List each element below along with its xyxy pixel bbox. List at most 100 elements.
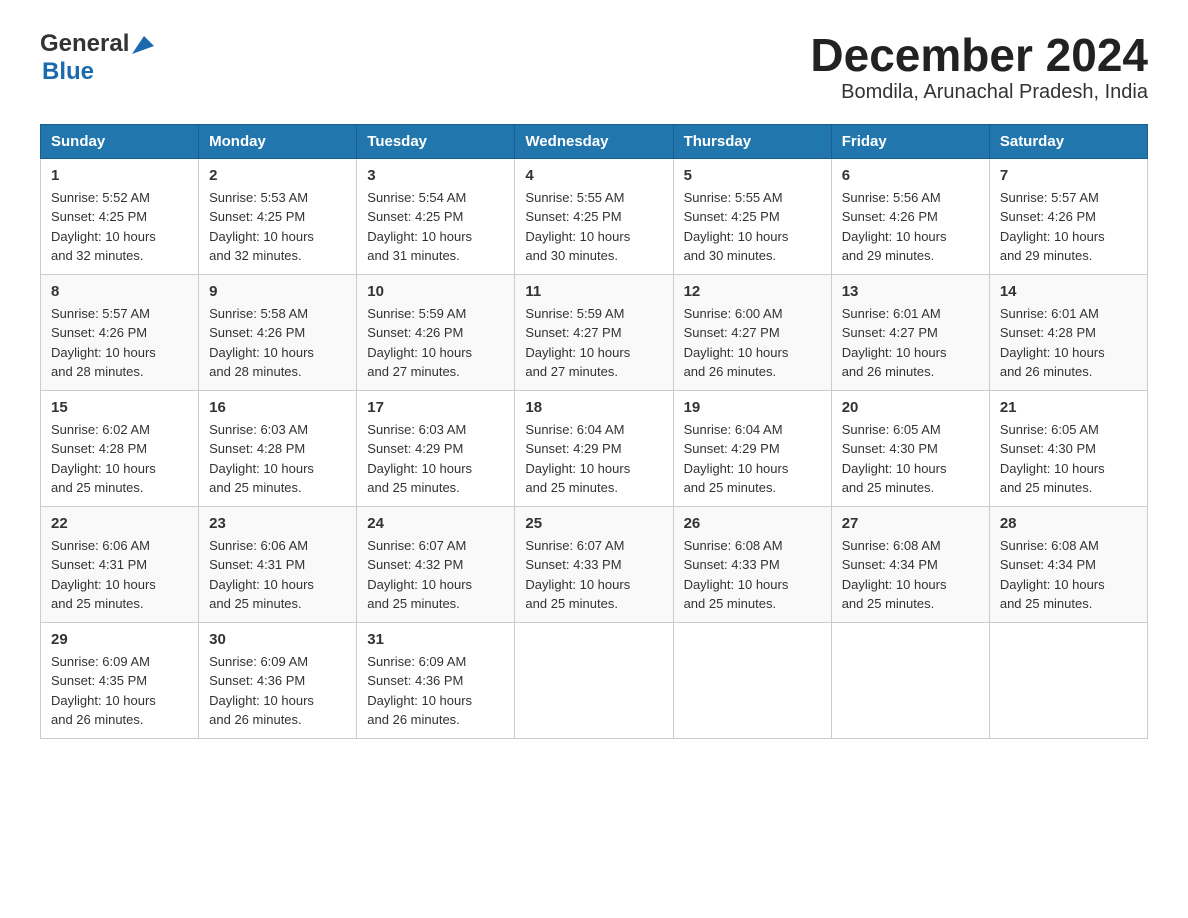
- logo-flag-icon: [132, 36, 154, 54]
- calendar-day-header: Thursday: [673, 124, 831, 158]
- day-number: 18: [525, 399, 662, 416]
- day-number: 21: [1000, 399, 1137, 416]
- day-number: 20: [842, 399, 979, 416]
- day-number: 9: [209, 283, 346, 300]
- calendar-day-header: Saturday: [989, 124, 1147, 158]
- calendar-day-cell: 5 Sunrise: 5:55 AM Sunset: 4:25 PM Dayli…: [673, 158, 831, 274]
- day-number: 4: [525, 167, 662, 184]
- day-info: Sunrise: 6:05 AM Sunset: 4:30 PM Dayligh…: [842, 422, 947, 496]
- calendar-day-cell: 4 Sunrise: 5:55 AM Sunset: 4:25 PM Dayli…: [515, 158, 673, 274]
- day-number: 6: [842, 167, 979, 184]
- day-info: Sunrise: 6:07 AM Sunset: 4:32 PM Dayligh…: [367, 538, 472, 612]
- day-number: 27: [842, 515, 979, 532]
- calendar-day-cell: [989, 622, 1147, 738]
- calendar-day-cell: [515, 622, 673, 738]
- day-number: 19: [684, 399, 821, 416]
- calendar-day-cell: 1 Sunrise: 5:52 AM Sunset: 4:25 PM Dayli…: [41, 158, 199, 274]
- calendar-day-cell: 18 Sunrise: 6:04 AM Sunset: 4:29 PM Dayl…: [515, 390, 673, 506]
- day-info: Sunrise: 6:09 AM Sunset: 4:36 PM Dayligh…: [209, 654, 314, 728]
- day-number: 12: [684, 283, 821, 300]
- calendar-day-cell: 24 Sunrise: 6:07 AM Sunset: 4:32 PM Dayl…: [357, 506, 515, 622]
- calendar-day-cell: 26 Sunrise: 6:08 AM Sunset: 4:33 PM Dayl…: [673, 506, 831, 622]
- calendar-week-row: 1 Sunrise: 5:52 AM Sunset: 4:25 PM Dayli…: [41, 158, 1148, 274]
- calendar-day-cell: 8 Sunrise: 5:57 AM Sunset: 4:26 PM Dayli…: [41, 274, 199, 390]
- day-info: Sunrise: 6:02 AM Sunset: 4:28 PM Dayligh…: [51, 422, 156, 496]
- day-info: Sunrise: 5:58 AM Sunset: 4:26 PM Dayligh…: [209, 306, 314, 380]
- day-info: Sunrise: 6:01 AM Sunset: 4:28 PM Dayligh…: [1000, 306, 1105, 380]
- day-info: Sunrise: 5:57 AM Sunset: 4:26 PM Dayligh…: [51, 306, 156, 380]
- calendar-day-cell: 3 Sunrise: 5:54 AM Sunset: 4:25 PM Dayli…: [357, 158, 515, 274]
- day-number: 28: [1000, 515, 1137, 532]
- logo: General Blue: [40, 30, 154, 86]
- day-info: Sunrise: 6:07 AM Sunset: 4:33 PM Dayligh…: [525, 538, 630, 612]
- calendar-day-header: Tuesday: [357, 124, 515, 158]
- day-info: Sunrise: 6:08 AM Sunset: 4:34 PM Dayligh…: [842, 538, 947, 612]
- day-number: 5: [684, 167, 821, 184]
- day-number: 31: [367, 631, 504, 648]
- logo-general-text: General: [40, 30, 129, 58]
- day-info: Sunrise: 6:06 AM Sunset: 4:31 PM Dayligh…: [51, 538, 156, 612]
- day-number: 23: [209, 515, 346, 532]
- calendar-day-cell: 22 Sunrise: 6:06 AM Sunset: 4:31 PM Dayl…: [41, 506, 199, 622]
- calendar-day-cell: 21 Sunrise: 6:05 AM Sunset: 4:30 PM Dayl…: [989, 390, 1147, 506]
- calendar-day-cell: 20 Sunrise: 6:05 AM Sunset: 4:30 PM Dayl…: [831, 390, 989, 506]
- calendar-day-cell: 12 Sunrise: 6:00 AM Sunset: 4:27 PM Dayl…: [673, 274, 831, 390]
- calendar-week-row: 22 Sunrise: 6:06 AM Sunset: 4:31 PM Dayl…: [41, 506, 1148, 622]
- day-info: Sunrise: 6:03 AM Sunset: 4:28 PM Dayligh…: [209, 422, 314, 496]
- calendar-day-cell: 31 Sunrise: 6:09 AM Sunset: 4:36 PM Dayl…: [357, 622, 515, 738]
- day-info: Sunrise: 6:03 AM Sunset: 4:29 PM Dayligh…: [367, 422, 472, 496]
- calendar-day-header: Wednesday: [515, 124, 673, 158]
- calendar-day-cell: 30 Sunrise: 6:09 AM Sunset: 4:36 PM Dayl…: [199, 622, 357, 738]
- calendar-day-cell: [831, 622, 989, 738]
- day-info: Sunrise: 6:00 AM Sunset: 4:27 PM Dayligh…: [684, 306, 789, 380]
- day-info: Sunrise: 6:08 AM Sunset: 4:34 PM Dayligh…: [1000, 538, 1105, 612]
- calendar-day-cell: 10 Sunrise: 5:59 AM Sunset: 4:26 PM Dayl…: [357, 274, 515, 390]
- day-number: 2: [209, 167, 346, 184]
- day-number: 11: [525, 283, 662, 300]
- day-number: 26: [684, 515, 821, 532]
- page-title: December 2024: [810, 30, 1148, 81]
- calendar-day-cell: 13 Sunrise: 6:01 AM Sunset: 4:27 PM Dayl…: [831, 274, 989, 390]
- calendar-day-cell: 7 Sunrise: 5:57 AM Sunset: 4:26 PM Dayli…: [989, 158, 1147, 274]
- day-info: Sunrise: 5:59 AM Sunset: 4:27 PM Dayligh…: [525, 306, 630, 380]
- day-info: Sunrise: 6:09 AM Sunset: 4:35 PM Dayligh…: [51, 654, 156, 728]
- day-info: Sunrise: 5:59 AM Sunset: 4:26 PM Dayligh…: [367, 306, 472, 380]
- day-info: Sunrise: 5:56 AM Sunset: 4:26 PM Dayligh…: [842, 190, 947, 264]
- day-number: 3: [367, 167, 504, 184]
- calendar-day-header: Friday: [831, 124, 989, 158]
- day-info: Sunrise: 5:57 AM Sunset: 4:26 PM Dayligh…: [1000, 190, 1105, 264]
- day-info: Sunrise: 6:04 AM Sunset: 4:29 PM Dayligh…: [525, 422, 630, 496]
- day-number: 16: [209, 399, 346, 416]
- day-number: 14: [1000, 283, 1137, 300]
- day-number: 8: [51, 283, 188, 300]
- calendar-day-cell: 17 Sunrise: 6:03 AM Sunset: 4:29 PM Dayl…: [357, 390, 515, 506]
- calendar-day-cell: 6 Sunrise: 5:56 AM Sunset: 4:26 PM Dayli…: [831, 158, 989, 274]
- calendar-day-cell: 2 Sunrise: 5:53 AM Sunset: 4:25 PM Dayli…: [199, 158, 357, 274]
- calendar-day-cell: 15 Sunrise: 6:02 AM Sunset: 4:28 PM Dayl…: [41, 390, 199, 506]
- calendar-day-header: Sunday: [41, 124, 199, 158]
- calendar-day-cell: 19 Sunrise: 6:04 AM Sunset: 4:29 PM Dayl…: [673, 390, 831, 506]
- calendar-week-row: 15 Sunrise: 6:02 AM Sunset: 4:28 PM Dayl…: [41, 390, 1148, 506]
- calendar-day-cell: 29 Sunrise: 6:09 AM Sunset: 4:35 PM Dayl…: [41, 622, 199, 738]
- calendar-day-cell: 25 Sunrise: 6:07 AM Sunset: 4:33 PM Dayl…: [515, 506, 673, 622]
- day-info: Sunrise: 5:52 AM Sunset: 4:25 PM Dayligh…: [51, 190, 156, 264]
- calendar-day-cell: 16 Sunrise: 6:03 AM Sunset: 4:28 PM Dayl…: [199, 390, 357, 506]
- day-number: 25: [525, 515, 662, 532]
- day-info: Sunrise: 6:09 AM Sunset: 4:36 PM Dayligh…: [367, 654, 472, 728]
- calendar-table: SundayMondayTuesdayWednesdayThursdayFrid…: [40, 124, 1148, 739]
- day-info: Sunrise: 6:06 AM Sunset: 4:31 PM Dayligh…: [209, 538, 314, 612]
- calendar-day-cell: 14 Sunrise: 6:01 AM Sunset: 4:28 PM Dayl…: [989, 274, 1147, 390]
- calendar-header-row: SundayMondayTuesdayWednesdayThursdayFrid…: [41, 124, 1148, 158]
- calendar-day-cell: 27 Sunrise: 6:08 AM Sunset: 4:34 PM Dayl…: [831, 506, 989, 622]
- logo-blue-text: Blue: [42, 58, 94, 86]
- day-info: Sunrise: 5:55 AM Sunset: 4:25 PM Dayligh…: [525, 190, 630, 264]
- day-number: 22: [51, 515, 188, 532]
- calendar-week-row: 29 Sunrise: 6:09 AM Sunset: 4:35 PM Dayl…: [41, 622, 1148, 738]
- day-number: 30: [209, 631, 346, 648]
- day-info: Sunrise: 6:08 AM Sunset: 4:33 PM Dayligh…: [684, 538, 789, 612]
- day-info: Sunrise: 6:04 AM Sunset: 4:29 PM Dayligh…: [684, 422, 789, 496]
- day-info: Sunrise: 6:05 AM Sunset: 4:30 PM Dayligh…: [1000, 422, 1105, 496]
- day-number: 10: [367, 283, 504, 300]
- day-number: 13: [842, 283, 979, 300]
- calendar-day-cell: [673, 622, 831, 738]
